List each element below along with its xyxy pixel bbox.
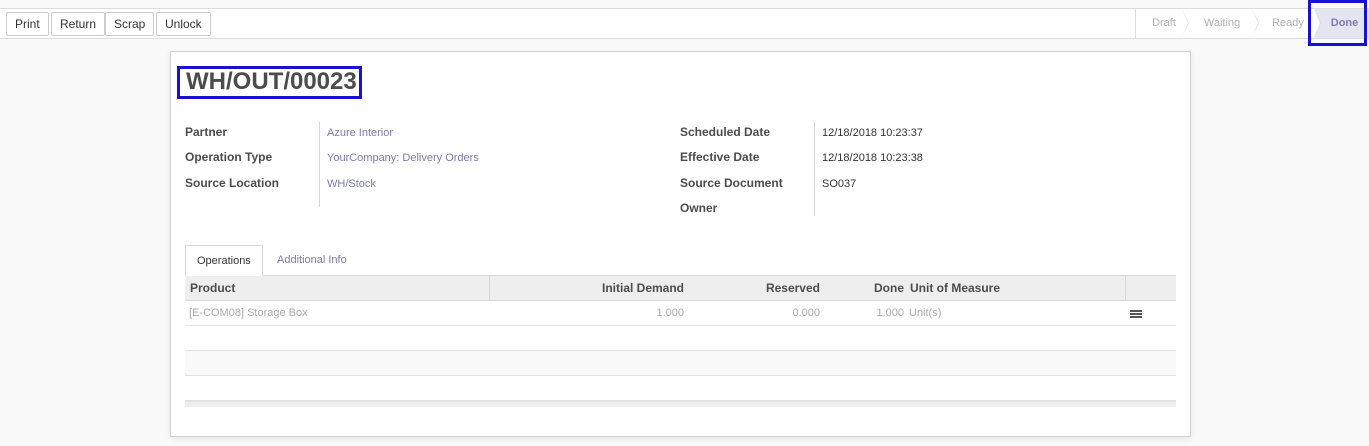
cell-product: [E-COM08] Storage Box [189, 307, 308, 319]
column-header-product[interactable]: Product [190, 276, 488, 301]
form-sheet: WH/OUT/00023 Partner Operation Type Sour… [170, 51, 1191, 437]
column-header-actions [1125, 276, 1176, 301]
scheduled-date-label: Scheduled Date [680, 125, 771, 139]
cell-done: 1.000 [876, 307, 904, 319]
return-button[interactable]: Return [51, 12, 106, 36]
print-button[interactable]: Print [6, 12, 49, 36]
operations-table: Product Initial Demand Reserved Done Uni… [185, 276, 1176, 407]
stage-ready[interactable]: Ready [1252, 9, 1321, 38]
owner-label: Owner [680, 201, 718, 215]
tab-operations[interactable]: Operations [185, 245, 263, 276]
source-document-value: SO037 [822, 178, 857, 190]
partner-value[interactable]: Azure Interior [327, 127, 393, 139]
table-row-empty [185, 326, 1176, 351]
table-row[interactable]: [E-COM08] Storage Box 1.000 0.000 1.000 … [185, 301, 1176, 326]
unlock-button[interactable]: Unlock [156, 12, 211, 36]
operation-type-value[interactable]: YourCompany: Delivery Orders [327, 152, 479, 164]
column-header-unit-of-measure[interactable]: Unit of Measure [910, 276, 1125, 301]
list-icon[interactable] [1130, 310, 1142, 319]
effective-date-label: Effective Date [680, 150, 760, 164]
cell-reserved: 0.000 [792, 307, 820, 319]
table-footer [185, 401, 1176, 407]
column-header-done[interactable]: Done [821, 276, 904, 301]
partner-label: Partner [185, 125, 228, 139]
status-bar-stages: Draft Waiting Ready Done [1135, 9, 1369, 38]
scrap-button[interactable]: Scrap [105, 12, 155, 36]
control-panel: Print Return Scrap Unlock Draft Waiting … [0, 9, 1369, 39]
stage-draft[interactable]: Draft [1136, 9, 1189, 38]
left-group-separator [319, 122, 320, 207]
cell-unit-of-measure: Unit(s) [909, 307, 942, 319]
page-title: WH/OUT/00023 [186, 68, 357, 95]
column-header-reserved[interactable]: Reserved [685, 276, 820, 301]
tab-additional-info[interactable]: Additional Info [266, 245, 358, 276]
column-header-initial-demand[interactable]: Initial Demand [489, 276, 684, 301]
effective-date-value: 12/18/2018 10:23:38 [822, 152, 923, 164]
operation-type-label: Operation Type [185, 150, 273, 164]
source-location-label: Source Location [185, 176, 280, 190]
source-location-value[interactable]: WH/Stock [327, 178, 376, 190]
right-group-separator [814, 122, 815, 216]
stage-done[interactable]: Done [1314, 9, 1369, 38]
table-row-empty [185, 351, 1176, 376]
stage-waiting[interactable]: Waiting [1182, 9, 1259, 38]
source-document-label: Source Document [680, 176, 783, 190]
table-header: Product Initial Demand Reserved Done Uni… [185, 276, 1176, 301]
table-row-empty [185, 376, 1176, 401]
cell-initial-demand: 1.000 [656, 307, 684, 319]
scheduled-date-value: 12/18/2018 10:23:37 [822, 127, 923, 139]
